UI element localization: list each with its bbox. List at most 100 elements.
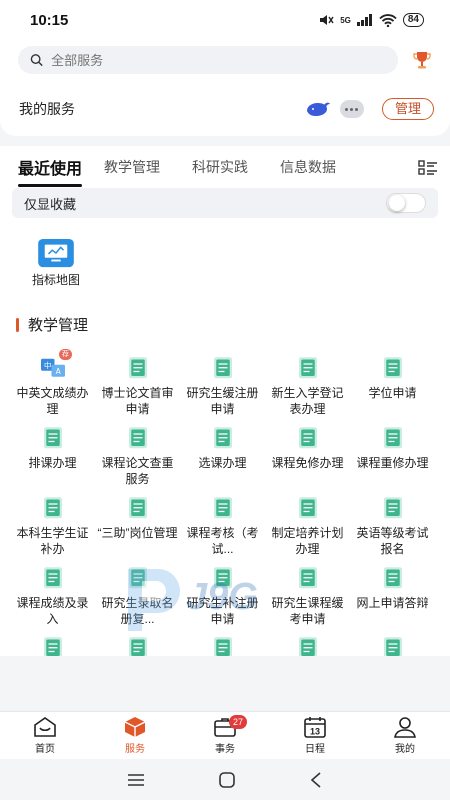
network-label: 5G [340,15,351,25]
favorites-filter: 仅显收藏 [12,188,438,218]
service-item[interactable]: “三助”岗位管理 [95,493,180,563]
service-item-label: 研究生录取名册复... [101,596,174,626]
service-item[interactable]: 博士论文首审申请 [95,353,180,423]
service-item[interactable]: 网上申请答辩 [350,563,435,633]
service-item[interactable]: 课程重修办理 [350,423,435,493]
status-time: 10:15 [30,11,69,29]
manage-button[interactable]: 管理 [381,98,434,120]
service-item[interactable]: 研究生课程缓考申请 [265,563,350,633]
service-item[interactable]: 排课办理 [10,423,95,493]
nav-tasks[interactable]: 27 事务 [180,712,270,759]
menu-icon[interactable] [127,773,145,787]
service-item-label: 中英文成绩办理 [16,386,89,416]
service-item[interactable]: 研究生录取名册复... [95,563,180,633]
tab-teaching[interactable]: 教学管理 [104,157,160,177]
tab-info-data[interactable]: 信息数据 [280,157,336,177]
cet-icon [383,497,402,519]
service-item-label: 网上申请答辩 [356,596,429,610]
service-item-label: 新生入学登记表办理 [271,386,344,416]
favorites-toggle[interactable] [386,193,426,213]
service-item[interactable]: 研究生补注册申请 [180,563,265,633]
my-service-title: 我的服务 [19,101,75,117]
person-doc-icon [213,357,232,379]
service-item[interactable]: 选课办理 [180,423,265,493]
service-item-label: 制定培养计划办理 [271,526,344,556]
service-item[interactable]: 课程成绩及录入 [10,563,95,633]
top-card: 我的服务 管理 [0,40,450,136]
svg-text:13: 13 [310,727,320,737]
mute-icon [320,15,334,25]
service-item[interactable]: 大学生国际交流（... [180,633,265,656]
search-box[interactable] [18,46,398,74]
tab-recent[interactable]: 最近使用 [18,155,83,187]
recent-item-index-map[interactable]: 指标地图 [22,238,90,288]
home-icon [34,717,56,737]
service-item-label: 课程考核（考试... [186,526,259,556]
graduation-cap-icon [298,497,317,519]
service-item[interactable]: 英语等级考试报名 [350,493,435,563]
my-service-row: 我的服务 管理 [16,94,434,124]
battery-indicator: 84 [402,13,424,27]
service-item[interactable]: 课程论文查重服务 [95,423,180,493]
category-list-icon[interactable] [418,159,438,177]
service-item[interactable]: 课程考核（考试... [180,493,265,563]
nav-schedule-label: 日程 [305,744,325,755]
service-item-label: 课程论文查重服务 [101,456,174,486]
recent-grid: 指标地图 [0,238,450,288]
nav-tasks-label: 事务 [215,744,235,755]
service-item[interactable]: 就业指导预约 [265,633,350,656]
wallet-icon [128,497,147,519]
service-item[interactable]: 研究生缓注册申请 [180,353,265,423]
back-icon[interactable] [309,771,323,788]
search-doc-icon [128,427,147,449]
whale-icon[interactable] [304,99,332,119]
profile-icon [394,717,416,738]
trophy-icon[interactable] [410,48,434,72]
service-item-label: 英语等级考试报名 [356,526,429,556]
service-item[interactable]: 课程调课办理 [95,633,180,656]
service-item[interactable]: 本科生学生证补办 [10,493,95,563]
svg-text:A: A [55,367,61,376]
select-course-icon [213,427,232,449]
recent-item-label: 指标地图 [31,273,80,287]
service-item-label: 研究生课程缓考申请 [271,596,344,626]
service-item[interactable]: 新生入学登记表办理 [265,353,350,423]
service-item-label: 研究生补注册申请 [186,596,259,626]
nav-service[interactable]: 服务 [90,712,180,759]
section-title-teaching: 教学管理 [16,314,450,335]
service-item[interactable]: 课程免修办理 [265,423,350,493]
service-item-label: 排课办理 [28,456,77,470]
service-item-label: 选课办理 [198,456,247,470]
service-item-label: 学位申请 [368,386,417,400]
service-item-label: 本科生学生证补办 [16,526,89,556]
service-item-label: 课程免修办理 [271,456,344,470]
search-input[interactable] [51,52,386,68]
nav-schedule[interactable]: 13 日程 [270,712,360,759]
more-dots-icon[interactable] [339,100,364,118]
tasks-badge: 27 [229,715,247,729]
nav-home[interactable]: 首页 [0,712,90,759]
category-tabs: 最近使用 教学管理 科研实践 信息数据 [0,146,450,188]
calendar-icon [43,427,62,449]
monitor-icon [38,238,74,268]
service-item[interactable]: 勤工助学 [350,633,435,656]
service-item[interactable]: 制定培养计划办理 [265,493,350,563]
service-item[interactable]: 研究生注册申请 [10,633,95,656]
system-nav-bar [0,759,450,800]
favorites-filter-row: 仅显收藏 [0,188,450,226]
service-item[interactable]: 学位申请 [350,353,435,423]
tab-research[interactable]: 科研实践 [192,157,248,177]
degree-book-icon [383,357,402,379]
globe-icon [213,637,232,656]
service-content: 指标地图 教学管理 中 A 荐中英文成绩办理 博士论文首审申请 研究生缓注册申请 新生入学… [0,226,450,656]
wifi-icon [379,13,397,27]
home-square-icon[interactable] [218,771,236,789]
service-item-label: “三助”岗位管理 [97,526,178,540]
reschedule-icon [128,637,147,656]
online-defense-icon [383,567,402,589]
service-item-label: 课程成绩及录入 [16,596,89,626]
search-row [16,46,434,74]
service-item[interactable]: 中 A 荐中英文成绩办理 [10,349,95,423]
student-register-icon [43,637,62,656]
nav-profile[interactable]: 我的 [360,712,450,759]
